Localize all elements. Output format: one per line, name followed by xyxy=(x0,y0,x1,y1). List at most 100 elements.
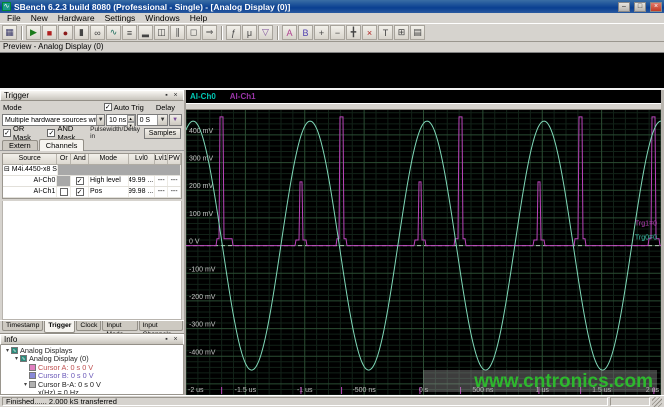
and-checkbox[interactable]: ✓ xyxy=(71,176,90,186)
close-button[interactable]: × xyxy=(650,1,662,12)
preview-area[interactable] xyxy=(0,52,664,90)
zoom-in-icon[interactable]: + xyxy=(314,25,329,40)
calculation-function-icon[interactable]: ƒ xyxy=(226,25,241,40)
stop-acquisition-icon[interactable]: ■ xyxy=(42,25,57,40)
auto-trig-checkbox[interactable]: ✓ xyxy=(103,103,112,111)
tree-item[interactable]: x(Hz) = 0 Hz xyxy=(1,388,183,394)
lvl0-cell[interactable]: 99.98 ... xyxy=(129,187,156,197)
svg-text:-300 mV: -300 mV xyxy=(189,322,216,329)
pw-cell[interactable]: --- xyxy=(168,187,181,197)
group-label[interactable]: ⊟ M4i.4450-x8 S... xyxy=(3,165,58,175)
delete-display-icon[interactable]: × xyxy=(362,25,377,40)
start-display-icon[interactable]: ▶ xyxy=(26,25,41,40)
zoom-window-icon[interactable]: ◻ xyxy=(186,25,201,40)
text-annotation-icon[interactable]: T xyxy=(378,25,393,40)
column-header-lvl1[interactable]: Lvl1 xyxy=(155,154,169,164)
tab-timestamp[interactable]: Timestamp xyxy=(2,321,44,331)
tab-input-channels[interactable]: Input Channels xyxy=(138,321,183,338)
data-table-icon[interactable]: ⊞ xyxy=(394,25,409,40)
lvl1-cell[interactable]: --- xyxy=(155,176,169,186)
or-checkbox[interactable] xyxy=(57,176,72,186)
zoom-out-icon[interactable]: − xyxy=(330,25,345,40)
expander-icon[interactable]: ▾ xyxy=(22,381,29,388)
expander-icon[interactable]: ▾ xyxy=(13,355,20,362)
chevron-down-icon[interactable]: ▼ xyxy=(96,115,104,125)
maximize-button[interactable]: □ xyxy=(634,1,646,12)
table-group-row[interactable]: ⊟ M4i.4450-x8 S... xyxy=(3,165,181,176)
tile-windows-icon[interactable]: ▤ xyxy=(410,25,425,40)
svg-text:0 V: 0 V xyxy=(189,239,200,246)
svg-text:200 mV: 200 mV xyxy=(189,183,213,190)
chevron-down-icon[interactable]: ▼ xyxy=(157,115,168,125)
single-acquisition-icon[interactable]: ▮ xyxy=(74,25,89,40)
column-header-pw[interactable]: PW xyxy=(168,154,181,164)
card-config-icon[interactable]: ▦ xyxy=(2,25,17,40)
waveform-chart[interactable]: 400 mV300 mV200 mV100 mV0 V-100 mV-200 m… xyxy=(186,110,661,395)
channel-label-ai-ch1[interactable]: AI-Ch1 xyxy=(230,92,256,101)
samples-button[interactable]: Samples xyxy=(143,127,181,139)
menu-settings[interactable]: Settings xyxy=(100,13,141,24)
mode-label: Mode xyxy=(3,102,22,112)
close-panel-icon[interactable]: × xyxy=(171,91,180,100)
auto-trig-time-input[interactable]: 10 ns ▲ ▼ xyxy=(106,114,136,129)
minimize-button[interactable]: – xyxy=(618,1,630,12)
cursor-b-icon[interactable]: B xyxy=(298,25,313,40)
menu-file[interactable]: File xyxy=(2,13,26,24)
pw-cell[interactable]: --- xyxy=(168,176,181,186)
and-mask-checkbox[interactable]: ✓ xyxy=(47,129,56,137)
export-data-icon[interactable]: ⇒ xyxy=(202,25,217,40)
auto-trig-spinner[interactable]: ▲ ▼ xyxy=(126,115,135,129)
tree-item[interactable]: ▾ ∿ Analog Displays xyxy=(1,346,183,355)
column-header-source[interactable]: Source xyxy=(3,154,58,164)
close-panel-icon[interactable]: × xyxy=(171,335,180,344)
column-header-or[interactable]: Or xyxy=(57,154,72,164)
crosshair-icon[interactable]: ╋ xyxy=(346,25,361,40)
lvl1-cell[interactable]: --- xyxy=(155,187,169,197)
svg-text:100 mV: 100 mV xyxy=(189,211,213,218)
channel-label-ai-ch0[interactable]: AI-Ch0 xyxy=(190,92,216,101)
cursor-a-icon[interactable]: A xyxy=(282,25,297,40)
lvl0-cell[interactable]: 49.99 ... xyxy=(129,176,156,186)
resize-grip[interactable] xyxy=(652,396,662,407)
pin-icon[interactable]: ▪ xyxy=(162,91,171,100)
pause-display-icon[interactable]: ∥ xyxy=(170,25,185,40)
cursor-b-icon xyxy=(29,372,36,380)
table-row[interactable]: AI-Ch0 ✓ High level 49.99 ... --- --- xyxy=(3,176,181,187)
tab-trigger[interactable]: Trigger xyxy=(44,321,76,333)
tree-item[interactable]: ▾ ∿ Analog Display (0) xyxy=(1,354,183,363)
column-header-mode[interactable]: Mode xyxy=(89,154,129,164)
combined-display-icon[interactable]: ◫ xyxy=(154,25,169,40)
filter-function-icon[interactable]: ▽ xyxy=(258,25,273,40)
tree-item[interactable]: ▾ Cursor B-A: 0 s 0 V xyxy=(1,380,183,389)
tab-clock[interactable]: Clock xyxy=(76,321,102,331)
analog-display-icon[interactable]: ∿ xyxy=(106,25,121,40)
expander-icon[interactable]: ▾ xyxy=(4,347,11,354)
loop-acquisition-icon[interactable]: ∞ xyxy=(90,25,105,40)
mode-cell[interactable]: Pos xyxy=(89,187,129,197)
delay-select[interactable]: 0 S ▼ xyxy=(136,114,169,126)
pin-icon[interactable]: ▪ xyxy=(162,335,171,344)
table-row[interactable]: AI-Ch1 ✓ Pos 99.98 ... --- --- xyxy=(3,187,181,198)
tree-item[interactable]: Cursor B: 0 s 0 V xyxy=(1,371,183,380)
menu-new[interactable]: New xyxy=(26,13,53,24)
window-title: SBench 6.2.3 build 8080 (Professional - … xyxy=(14,1,291,12)
column-header-lvl0[interactable]: Lvl0 xyxy=(129,154,156,164)
record-icon[interactable]: ● xyxy=(58,25,73,40)
tab-channels[interactable]: Channels xyxy=(38,139,85,151)
digital-display-icon[interactable]: ≡ xyxy=(122,25,137,40)
menu-windows[interactable]: Windows xyxy=(140,13,184,24)
tab-input-mode[interactable]: Input Mode xyxy=(102,321,138,338)
column-header-and[interactable]: And xyxy=(71,154,90,164)
tree-item[interactable]: Cursor A: 0 s 0 V xyxy=(1,363,183,372)
cursor-ba-icon xyxy=(29,380,36,388)
or-checkbox[interactable] xyxy=(57,187,72,197)
spectrum-display-icon[interactable]: ▂ xyxy=(138,25,153,40)
or-mask-checkbox[interactable]: ✓ xyxy=(3,129,11,137)
average-function-icon[interactable]: μ xyxy=(242,25,257,40)
tab-extern[interactable]: Extern xyxy=(2,140,38,150)
and-checkbox[interactable]: ✓ xyxy=(71,187,90,197)
menu-hardware[interactable]: Hardware xyxy=(53,13,100,24)
menu-help[interactable]: Help xyxy=(185,13,212,24)
mode-cell[interactable]: High level xyxy=(89,176,129,186)
delay-spin-button[interactable]: ▼ xyxy=(169,114,183,126)
